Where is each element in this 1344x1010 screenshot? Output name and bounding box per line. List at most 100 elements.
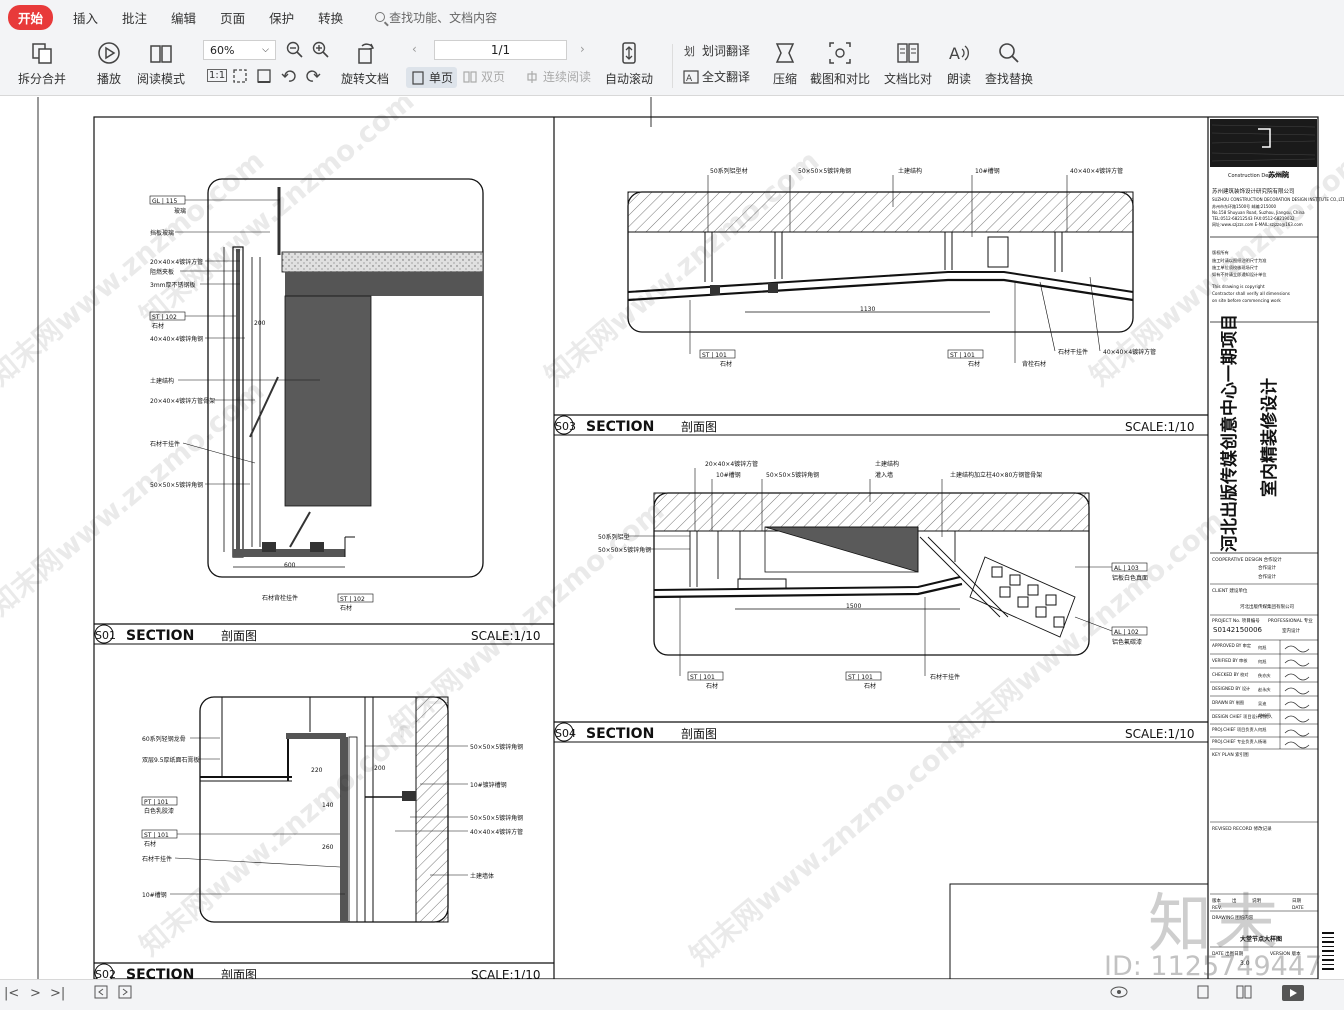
screenshot-compare-label: 截图和对比 <box>810 72 871 86</box>
find-replace-button[interactable]: 查找替换 <box>985 40 1033 87</box>
svg-text:10#槽钢: 10#槽钢 <box>716 471 741 479</box>
tab-home[interactable]: 开始 <box>8 4 54 30</box>
tab-comment[interactable]: 批注 <box>122 8 147 27</box>
full-translate-button[interactable]: A 全文翻译 <box>683 68 750 85</box>
eye-protection-icon[interactable] <box>1110 985 1132 1003</box>
double-page-view-icon[interactable] <box>1236 985 1252 1003</box>
play-label: 播放 <box>96 72 121 86</box>
toolbar-divider <box>672 44 673 88</box>
status-bar: |< > >| <box>0 979 1344 1010</box>
screenshot-compare-button[interactable]: 截图和对比 <box>810 40 870 87</box>
zoom-in-icon <box>312 41 329 58</box>
svg-text:日期: 日期 <box>1292 898 1301 904</box>
rotate-right-button[interactable] <box>305 68 321 87</box>
svg-text:胡新平: 胡新平 <box>1258 712 1271 719</box>
svg-text:DRAWING 图纸内容: DRAWING 图纸内容 <box>1212 914 1254 921</box>
svg-text:ST | 101: ST | 101 <box>144 832 169 839</box>
split-merge-icon <box>29 40 55 66</box>
last-page-icon[interactable]: >| <box>50 986 65 1001</box>
svg-text:on site before commencing work: on site before commencing work <box>1212 298 1281 303</box>
single-page-button[interactable]: 单页 <box>406 67 458 88</box>
svg-text:河北出版传媒创意中心一期项目: 河北出版传媒创意中心一期项目 <box>1219 314 1240 552</box>
prev-page-button[interactable]: ‹ <box>412 42 417 56</box>
split-merge-button[interactable]: 拆分合并 <box>18 40 66 87</box>
tab-edit[interactable]: 编辑 <box>171 8 196 27</box>
document-viewport[interactable]: 600 200 GL | 115 玻璃 挡板玻璃 20×40×4镀锌方管 阻燃夹… <box>0 97 1344 979</box>
svg-text:ST | 101: ST | 101 <box>690 674 715 681</box>
fit-width-button[interactable] <box>256 68 272 87</box>
svg-text:GL | 115: GL | 115 <box>152 198 177 205</box>
svg-text:土建结构: 土建结构 <box>875 460 899 468</box>
continuous-read-label: 连续阅读 <box>543 70 592 84</box>
word-translate-button[interactable]: 划 划词翻译 <box>683 42 750 59</box>
svg-text:苏州市东环路1500号 邮编:215000: 苏州市东环路1500号 邮编:215000 <box>1212 203 1277 209</box>
svg-text:S03: S03 <box>555 420 576 433</box>
read-mode-button[interactable]: 阅读模式 <box>137 40 185 87</box>
translate-icon: 划 <box>683 43 699 59</box>
svg-text:石材: 石材 <box>720 360 732 368</box>
tab-insert[interactable]: 插入 <box>73 8 98 27</box>
search-icon <box>996 40 1022 66</box>
continuous-read-button[interactable]: 连续阅读 <box>524 68 591 85</box>
play-button[interactable]: 播放 <box>96 40 122 87</box>
zoom-select[interactable]: 60% ⌵ <box>203 40 276 60</box>
tab-protect[interactable]: 保护 <box>269 8 294 27</box>
svg-text:SECTION: SECTION <box>126 628 194 644</box>
split-merge-label: 拆分合并 <box>18 72 67 86</box>
svg-text:合作设计: 合作设计 <box>1258 564 1276 571</box>
double-page-button[interactable]: 双页 <box>462 68 505 85</box>
svg-text:知末网www.znzmo.com: 知末网www.znzmo.com <box>943 504 1230 752</box>
zoom-in-button[interactable] <box>312 41 330 62</box>
svg-text:出: 出 <box>1232 897 1237 904</box>
single-page-view-icon[interactable] <box>1196 985 1210 1003</box>
svg-text:PT | 101: PT | 101 <box>144 799 169 806</box>
fit-page-button[interactable] <box>232 68 248 87</box>
read-aloud-button[interactable]: A 朗读 <box>946 40 972 87</box>
read-mode-label: 阅读模式 <box>137 72 186 86</box>
svg-text:REVISED RECORD 修改记录: REVISED RECORD 修改记录 <box>1212 825 1272 832</box>
auto-scroll-button[interactable]: 自动滚动 <box>605 40 653 87</box>
doc-compare-icon <box>895 40 921 66</box>
menu-bar: 开始 插入 批注 编辑 页面 保护 转换 查找功能、文档内容 <box>0 0 1344 34</box>
svg-text:赵永庆: 赵永庆 <box>1258 686 1271 693</box>
svg-text:A: A <box>686 74 693 84</box>
book-icon <box>148 40 174 66</box>
actual-size-button[interactable]: 1:1 <box>207 69 228 82</box>
svg-text:PROFESSIONAL 专业: PROFESSIONAL 专业 <box>1268 617 1313 624</box>
compress-button[interactable]: 压缩 <box>772 40 798 87</box>
forward-icon[interactable] <box>118 985 132 1003</box>
read-aloud-icon: A <box>946 40 972 66</box>
svg-text:合作设计: 合作设计 <box>1258 573 1276 580</box>
auto-scroll-label: 自动滚动 <box>605 72 654 86</box>
rotate-right-icon <box>306 70 321 82</box>
svg-text:1500: 1500 <box>846 603 861 610</box>
play-slideshow-button[interactable] <box>1282 985 1304 1005</box>
back-icon[interactable] <box>94 985 108 1003</box>
svg-text:背栓石材: 背栓石材 <box>1022 360 1046 368</box>
svg-text:石材干挂件: 石材干挂件 <box>1058 348 1088 356</box>
tab-page[interactable]: 页面 <box>220 8 245 27</box>
svg-text:10#槽钢: 10#槽钢 <box>975 167 1000 175</box>
rotate-left-button[interactable] <box>281 68 297 87</box>
toolbar: 拆分合并 播放 阅读模式 60% ⌵ 1:1 旋转文档 ‹ 1/1 › 单页 双… <box>0 34 1344 96</box>
svg-text:DESIGNED BY 设计: DESIGNED BY 设计 <box>1212 685 1250 692</box>
next-page-button[interactable]: › <box>580 42 585 56</box>
search-box[interactable]: 查找功能、文档内容 <box>375 9 497 26</box>
svg-text:DATE 出图日期: DATE 出图日期 <box>1212 950 1244 957</box>
svg-text:KEY PLAN 索引图: KEY PLAN 索引图 <box>1212 751 1249 758</box>
svg-text:ST | 102: ST | 102 <box>340 596 365 603</box>
svg-text:10#镀锌槽钢: 10#镀锌槽钢 <box>470 781 507 789</box>
svg-text:3.0: 3.0 <box>1240 960 1250 967</box>
svg-text:PROJ.CHIEF 项目负责人: PROJ.CHIEF 项目负责人 <box>1212 726 1259 733</box>
tab-convert[interactable]: 转换 <box>318 8 343 27</box>
word-translate-label: 划词翻译 <box>702 44 751 58</box>
svg-text:50×50×5镀锌角钢: 50×50×5镀锌角钢 <box>470 743 523 751</box>
page-number-input[interactable]: 1/1 <box>434 40 567 60</box>
rotate-doc-button[interactable]: 旋转文档 <box>341 40 389 87</box>
continuous-icon <box>524 69 540 85</box>
svg-text:剖面图: 剖面图 <box>681 727 717 741</box>
next-page-icon[interactable]: > <box>30 986 41 1001</box>
zoom-out-button[interactable] <box>286 41 304 62</box>
first-page-icon[interactable]: |< <box>4 986 19 1001</box>
doc-compare-button[interactable]: 文档比对 <box>884 40 932 87</box>
